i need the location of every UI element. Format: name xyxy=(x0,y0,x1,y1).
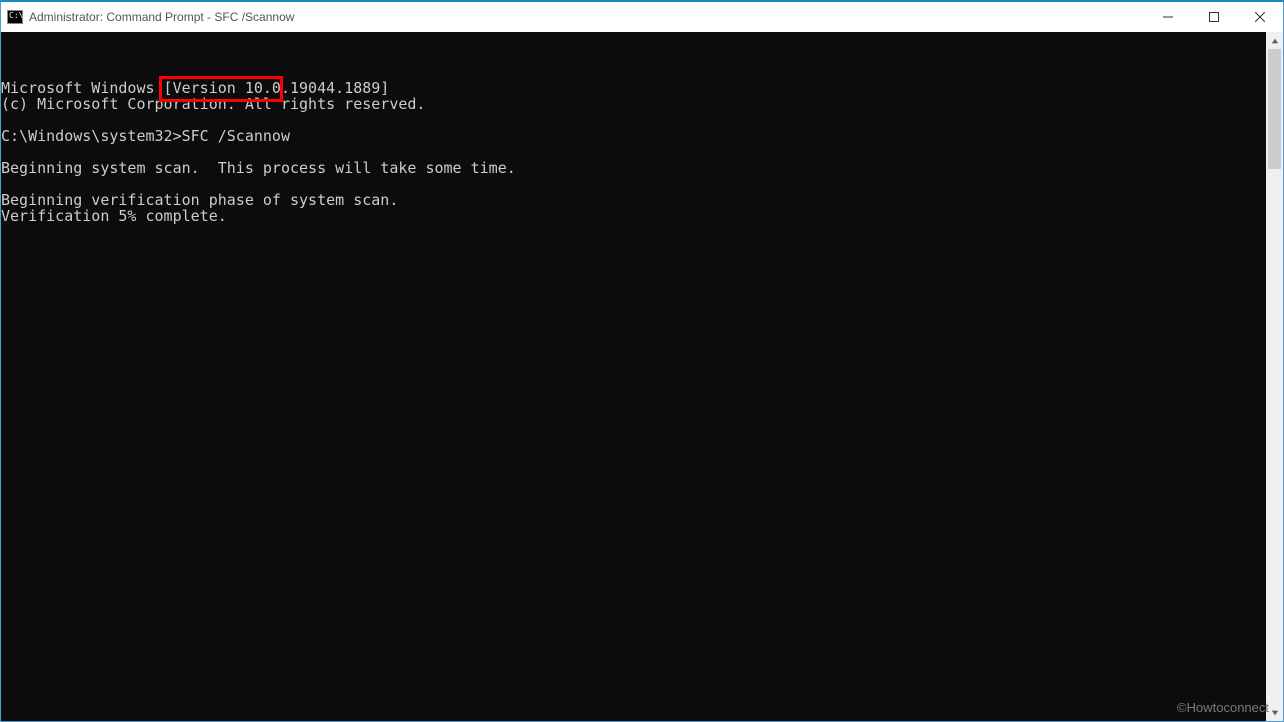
terminal-line: (c) Microsoft Corporation. All rights re… xyxy=(1,96,1266,112)
vertical-scrollbar[interactable] xyxy=(1266,32,1283,721)
command-prompt-window: Administrator: Command Prompt - SFC /Sca… xyxy=(0,0,1284,722)
terminal-line xyxy=(1,176,1266,192)
scroll-down-button[interactable] xyxy=(1266,704,1283,721)
terminal-output[interactable]: Microsoft Windows [Version 10.0.19044.18… xyxy=(1,32,1266,721)
cmd-icon xyxy=(7,9,23,25)
window-controls xyxy=(1145,2,1283,32)
terminal-line: C:\Windows\system32>SFC /Scannow xyxy=(1,128,1266,144)
maximize-button[interactable] xyxy=(1191,2,1237,32)
minimize-button[interactable] xyxy=(1145,2,1191,32)
close-button[interactable] xyxy=(1237,2,1283,32)
window-title: Administrator: Command Prompt - SFC /Sca… xyxy=(29,10,294,24)
terminal-line: Beginning system scan. This process will… xyxy=(1,160,1266,176)
terminal-line: Microsoft Windows [Version 10.0.19044.18… xyxy=(1,80,1266,96)
scroll-up-button[interactable] xyxy=(1266,32,1283,49)
scrollbar-track[interactable] xyxy=(1266,49,1283,704)
terminal-line xyxy=(1,144,1266,160)
terminal-line: Verification 5% complete. xyxy=(1,208,1266,224)
terminal-area: Microsoft Windows [Version 10.0.19044.18… xyxy=(1,32,1283,721)
terminal-line xyxy=(1,112,1266,128)
scrollbar-thumb[interactable] xyxy=(1268,49,1281,169)
titlebar[interactable]: Administrator: Command Prompt - SFC /Sca… xyxy=(1,2,1283,32)
terminal-line: Beginning verification phase of system s… xyxy=(1,192,1266,208)
